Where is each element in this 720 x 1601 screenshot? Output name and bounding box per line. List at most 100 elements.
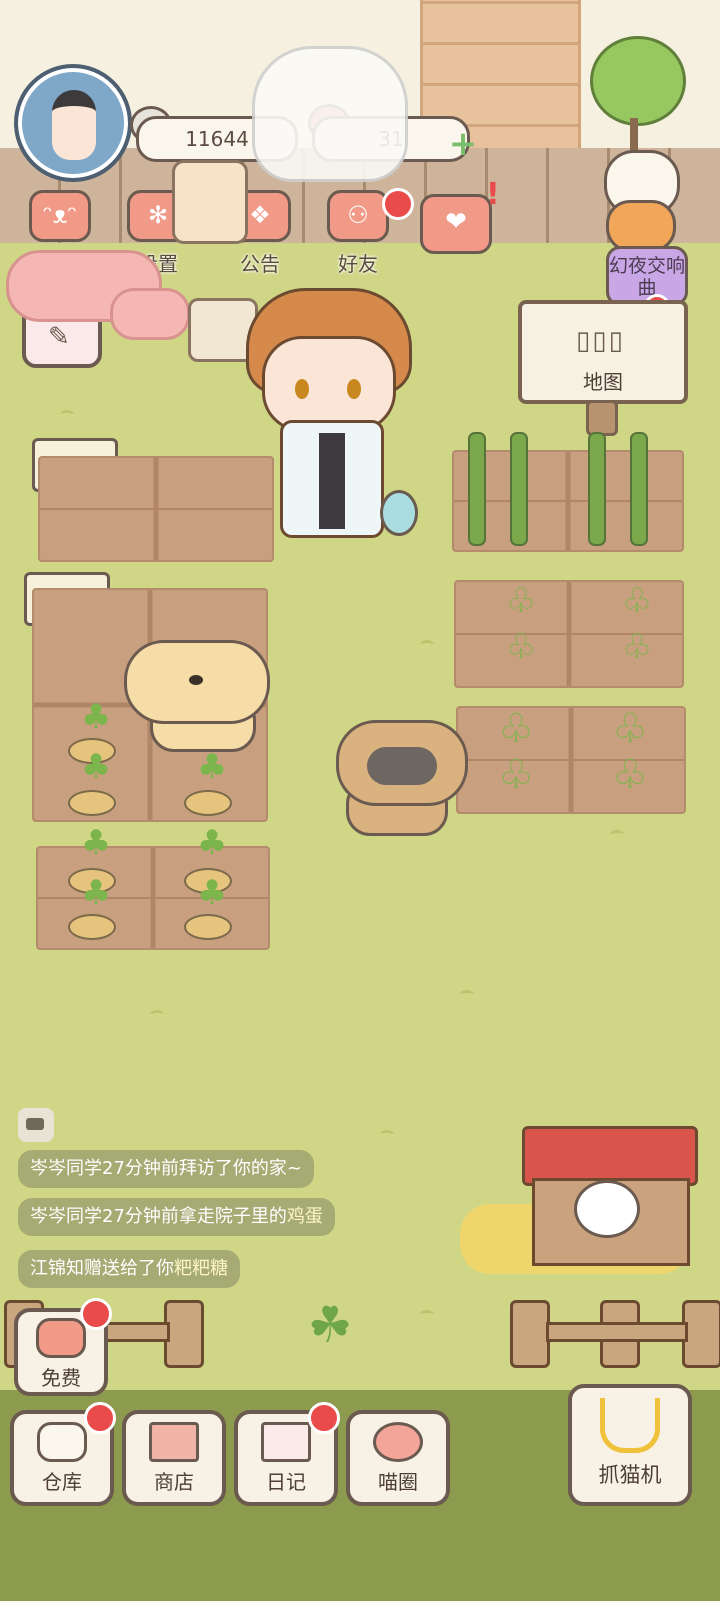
grass-tuft <box>60 410 74 419</box>
turnip-crop[interactable] <box>184 790 232 816</box>
sprout-icon: ♧ <box>621 627 653 667</box>
corn-field-plot[interactable] <box>452 450 684 552</box>
add-heart-button[interactable]: + <box>446 127 480 162</box>
grass-tuft <box>420 1310 434 1319</box>
turnip-crop[interactable] <box>68 914 116 940</box>
dog-nose <box>189 675 203 685</box>
menu-label: 好友 <box>338 252 378 276</box>
fence-rail <box>546 1322 688 1342</box>
message-user: 岑岑同学 <box>30 1206 102 1227</box>
hearts-event-icon[interactable]: ❤ <box>420 194 492 254</box>
message-item: 鸡蛋 <box>286 1206 323 1227</box>
corn-crop[interactable] <box>630 432 648 546</box>
diary-icon <box>261 1422 311 1462</box>
turnip-leaf-icon: ♣ <box>196 873 228 913</box>
message-user: 岑岑同学 <box>30 1158 102 1179</box>
menu-label: 公告 <box>240 252 280 276</box>
grass-tuft <box>150 1010 164 1019</box>
warehouse-notification-dot <box>84 1402 116 1434</box>
pencil-icon: ✎ <box>48 322 70 352</box>
grass-tuft <box>460 990 474 999</box>
fence-post <box>164 1300 204 1368</box>
eye <box>347 379 361 399</box>
sprout-icon: ♧ <box>505 627 537 667</box>
sprout-icon: ♧ <box>612 706 648 752</box>
claw-machine-button[interactable]: 抓猫机 <box>568 1384 692 1506</box>
dog-head <box>336 720 468 806</box>
cat-circle-button[interactable]: 喵圈 <box>346 1410 450 1506</box>
message-user: 江锦知 <box>30 1258 84 1279</box>
sprout-icon: ♧ <box>498 706 534 752</box>
cat-face-icon: ᵔᴥᵔ <box>29 190 91 242</box>
potted-tree <box>590 36 686 126</box>
message-text: 赠送给了你 <box>84 1258 174 1279</box>
message-item: 粑粑糖 <box>174 1258 228 1279</box>
chat-bubble-icon[interactable] <box>18 1108 54 1142</box>
friends-icon: ⚇ <box>327 190 389 242</box>
shop-button[interactable]: 商店 <box>122 1410 226 1506</box>
sign-post <box>586 400 618 436</box>
corn-crop[interactable] <box>510 432 528 546</box>
chicken-icon[interactable] <box>574 1180 640 1238</box>
white-cat-character[interactable] <box>252 46 408 182</box>
claw-machine-label: 抓猫机 <box>598 1463 662 1487</box>
message-took-egg[interactable]: 岑岑同学27分钟前拿走院子里的鸡蛋 <box>18 1198 335 1236</box>
pumpkin-cat[interactable] <box>606 200 676 252</box>
message-gift[interactable]: 江锦知赠送给了你粑粑糖 <box>18 1250 240 1288</box>
shop-icon <box>149 1422 199 1462</box>
friends-notification-dot <box>382 188 414 220</box>
diary-notification-dot <box>308 1402 340 1434</box>
dog-head <box>124 640 270 724</box>
map-label: 地图 <box>583 370 623 394</box>
fence-post <box>510 1300 550 1368</box>
warehouse-icon <box>37 1422 87 1462</box>
turnip-leaf-icon: ♣ <box>80 697 112 737</box>
message-text: 27分钟前拿走院子里的 <box>102 1206 287 1227</box>
chat-icon-inner <box>26 1118 44 1130</box>
sprout-icon: ♧ <box>498 752 534 798</box>
grass-tuft <box>420 640 434 649</box>
empty-field-plot[interactable] <box>38 456 274 562</box>
map-sign[interactable]: ▯▯▯ 地图 <box>518 300 688 436</box>
free-notification-dot <box>80 1298 112 1330</box>
clover-icon: ☘ <box>307 1296 353 1354</box>
turnip-leaf-icon: ♣ <box>196 747 228 787</box>
pug-dog[interactable] <box>336 720 468 836</box>
planet-cat-icon <box>373 1422 423 1462</box>
message-visit[interactable]: 岑岑同学27分钟前拜访了你的家~ <box>18 1150 314 1188</box>
player-character-face[interactable] <box>262 336 396 432</box>
pug-mask <box>367 747 437 785</box>
cat-circle-label: 喵圈 <box>378 1470 418 1494</box>
game-scene: 11644 31 + ᵔᴥᵔ 图鉴 ✻ 设置 ❖ 公告 ⚇ 好友 ❤ ! ✎ 幻… <box>0 0 720 1601</box>
grass-tuft <box>610 830 624 839</box>
turnip-leaf-icon: ♣ <box>196 823 228 863</box>
fox-tail <box>380 490 418 536</box>
corn-crop[interactable] <box>588 432 606 546</box>
coop-roof <box>522 1126 698 1186</box>
eye <box>295 379 309 399</box>
heart-icon <box>36 1318 86 1358</box>
claw-icon <box>600 1398 660 1453</box>
sprout-icon: ♧ <box>612 752 648 798</box>
player-character-body[interactable] <box>280 420 384 538</box>
rice-sack[interactable] <box>172 160 248 244</box>
turnip-leaf-icon: ♣ <box>80 823 112 863</box>
robe-inner <box>319 433 345 529</box>
avatar-face <box>52 90 96 160</box>
pink-bush <box>110 288 190 340</box>
turnip-crop[interactable] <box>68 790 116 816</box>
turnip-crop[interactable] <box>184 914 232 940</box>
field-plot[interactable] <box>36 846 270 950</box>
diary-label: 日记 <box>266 1470 306 1494</box>
shop-label: 商店 <box>154 1470 194 1494</box>
free-label: 免费 <box>41 1366 81 1390</box>
turnip-leaf-icon: ♣ <box>80 873 112 913</box>
player-avatar[interactable] <box>14 64 132 182</box>
warehouse-label: 仓库 <box>42 1470 82 1494</box>
corn-crop[interactable] <box>468 432 486 546</box>
golden-dog[interactable] <box>124 640 270 752</box>
grass-tuft <box>380 1130 394 1139</box>
turnip-leaf-icon: ♣ <box>80 747 112 787</box>
message-text: 27分钟前拜访了你的家~ <box>102 1158 302 1179</box>
sprout-icon: ♧ <box>621 581 653 621</box>
